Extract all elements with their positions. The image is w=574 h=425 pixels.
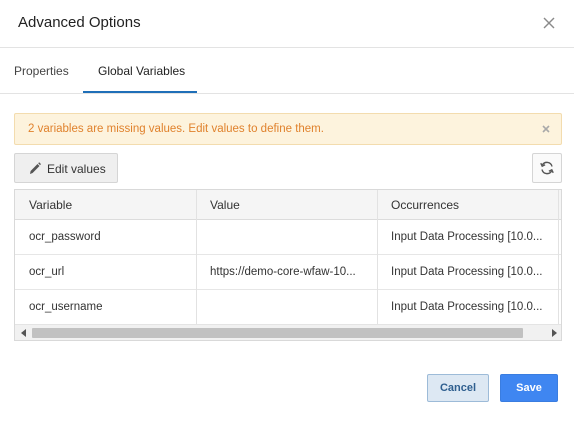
cell-occurrences: Input Data Processing [10.0... <box>391 301 543 313</box>
cell-value[interactable]: https://demo-core-wfaw-10... <box>196 255 377 290</box>
edit-values-button[interactable]: Edit values <box>14 153 118 183</box>
cell-occurrences: Input Data Processing [10.0... <box>391 266 543 278</box>
column-header-value[interactable]: Value <box>196 190 377 220</box>
tab-properties[interactable]: Properties <box>14 48 69 94</box>
table-row[interactable]: ocr_password Input Data Processing [10.0… <box>15 220 561 255</box>
save-button[interactable]: Save <box>500 374 558 402</box>
table-row[interactable]: ocr_url https://demo-core-wfaw-10... Inp… <box>15 255 561 290</box>
alert-close-icon[interactable] <box>540 123 552 135</box>
variables-table: Variable Value Occurrences ocr_password … <box>14 189 562 341</box>
tab-bar: Properties Global Variables <box>0 48 574 94</box>
table-header: Variable Value Occurrences <box>15 190 561 220</box>
column-divider <box>558 190 559 324</box>
refresh-button[interactable] <box>532 153 562 183</box>
tab-global-variables[interactable]: Global Variables <box>98 48 185 94</box>
column-header-occurrences[interactable]: Occurrences <box>377 190 558 220</box>
cell-variable: ocr_url <box>29 266 65 278</box>
cell-occurrences: Input Data Processing [10.0... <box>391 231 543 243</box>
table-row[interactable]: ocr_username Input Data Processing [10.0… <box>15 290 561 325</box>
edit-values-label: Edit values <box>47 162 106 176</box>
refresh-icon <box>540 161 554 175</box>
cell-value[interactable] <box>196 290 377 325</box>
scrollbar-thumb[interactable] <box>32 328 523 338</box>
column-header-variable[interactable]: Variable <box>15 190 196 220</box>
pencil-icon <box>30 162 41 174</box>
active-tab-indicator <box>83 91 197 93</box>
close-icon[interactable] <box>540 14 558 32</box>
warning-alert: 2 variables are missing values. Edit val… <box>14 113 562 145</box>
horizontal-scrollbar[interactable] <box>15 324 561 340</box>
scroll-right-icon[interactable] <box>552 329 557 337</box>
alert-message: 2 variables are missing values. Edit val… <box>28 123 324 135</box>
cell-variable: ocr_password <box>29 231 101 243</box>
scroll-left-icon[interactable] <box>21 329 26 337</box>
column-divider <box>196 190 197 324</box>
cell-variable: ocr_username <box>29 301 103 313</box>
cell-value[interactable] <box>196 220 377 255</box>
dialog-header: Advanced Options <box>0 0 574 48</box>
cancel-button[interactable]: Cancel <box>427 374 489 402</box>
dialog-title: Advanced Options <box>18 14 141 31</box>
column-divider <box>377 190 378 324</box>
